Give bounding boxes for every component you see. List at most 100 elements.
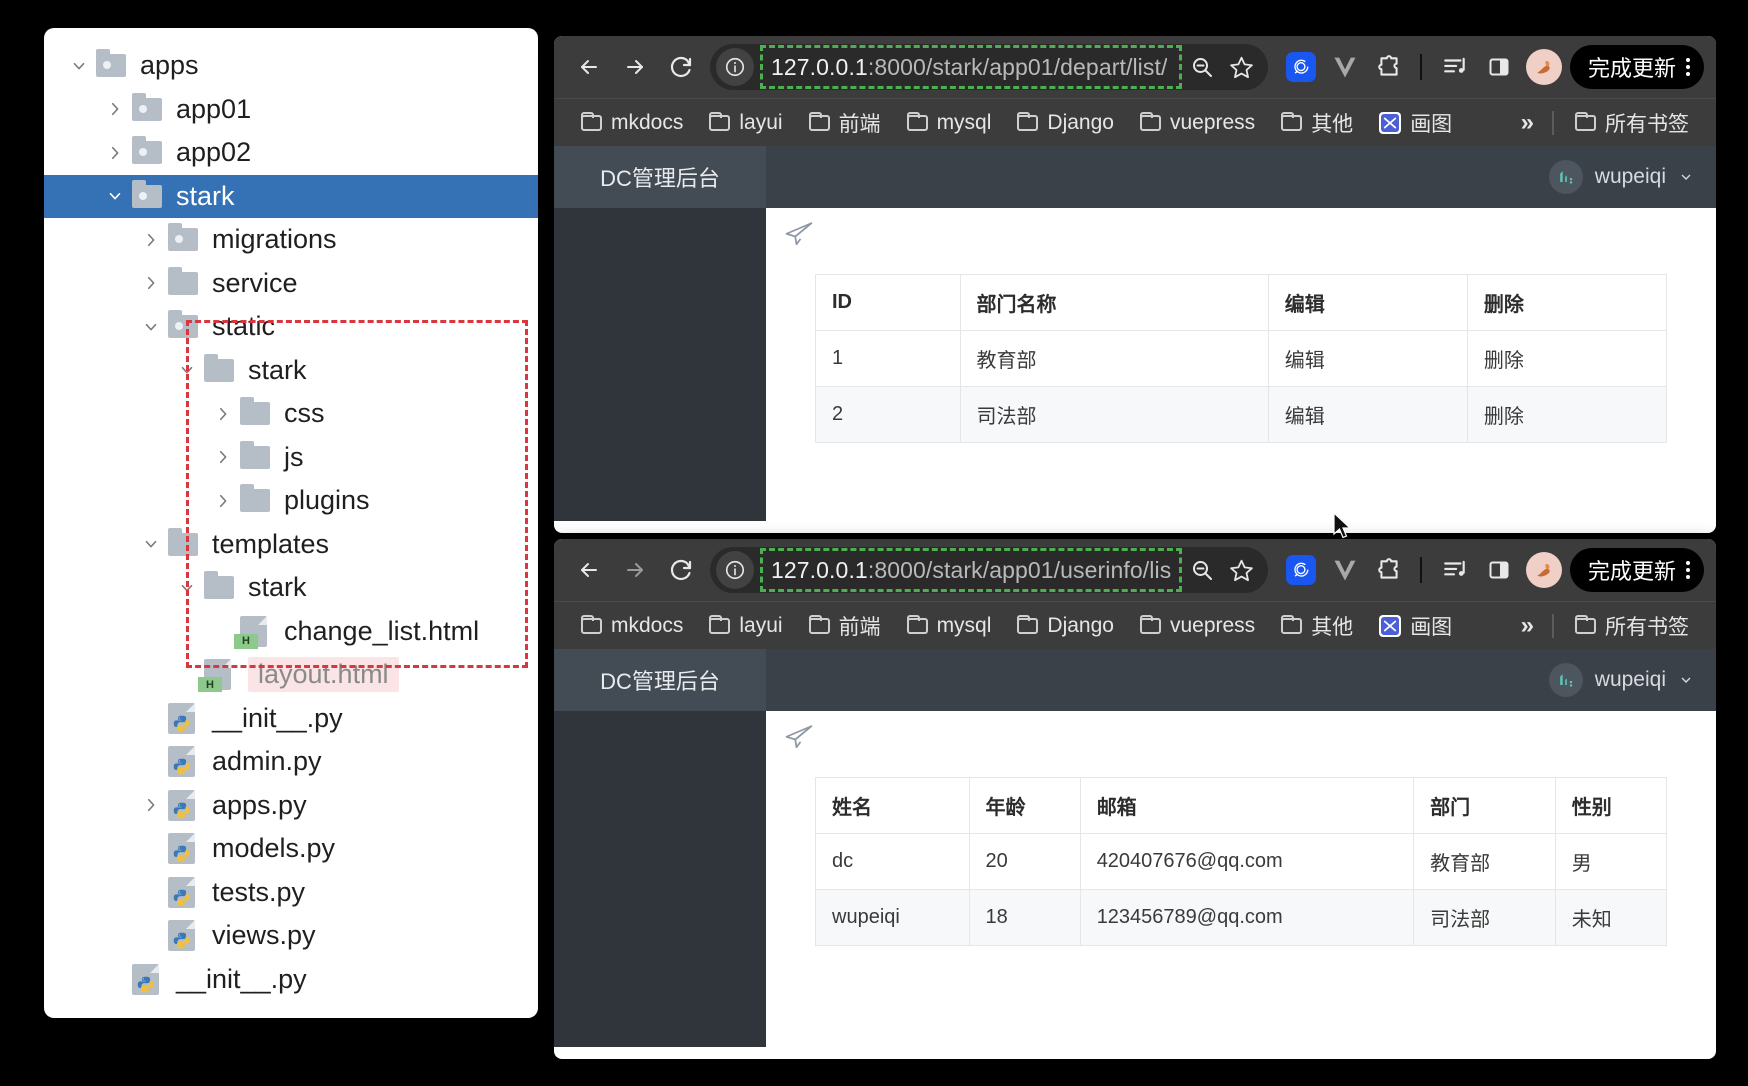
chevron-right-icon[interactable] [206,405,240,423]
all-bookmarks-button[interactable]: 所有书签 [1562,104,1702,142]
chevron-down-icon[interactable] [98,187,132,205]
tree-item-static[interactable]: static [44,305,538,349]
all-bookmarks-button[interactable]: 所有书签 [1562,607,1702,645]
delete-link[interactable]: 删除 [1467,387,1666,443]
chevron-right-icon[interactable] [134,231,168,249]
bookmark-画图[interactable]: 画图 [1366,104,1465,142]
media-playlist-icon[interactable] [1434,46,1476,88]
finish-update-button[interactable]: 完成更新 [1570,548,1704,592]
qq-extension-icon[interactable] [1280,549,1322,591]
bookmark-layui[interactable]: layui [696,107,795,139]
tree-item-models-py[interactable]: models.py [44,827,538,871]
chrome-menu-kebab-icon[interactable] [1686,58,1690,76]
chrome-menu-kebab-icon[interactable] [1686,561,1690,579]
app-sidebar-top[interactable] [554,208,766,521]
chevron-down-icon[interactable] [134,318,168,336]
app-sidebar-bottom[interactable] [554,711,766,1047]
delete-link[interactable]: 删除 [1467,331,1666,387]
profile-avatar[interactable] [1526,49,1562,85]
back-button[interactable] [566,44,612,90]
bookmarks-bar-top[interactable]: mkdocslayui前端mysqlDjangovuepress其他画图 » 所有书… [554,98,1716,146]
site-info-icon[interactable] [716,551,754,589]
app-brand-bottom[interactable]: DC管理后台 [554,649,766,711]
bookmark-前端[interactable]: 前端 [796,607,894,645]
bookmark-mysql[interactable]: mysql [894,107,1005,139]
finish-update-button[interactable]: 完成更新 [1570,45,1704,89]
app-brand-top[interactable]: DC管理后台 [554,146,766,208]
bookmarks-overflow-button[interactable]: » [1511,109,1544,137]
bookmark-mkdocs[interactable]: mkdocs [568,610,696,642]
bookmark-mkdocs[interactable]: mkdocs [568,107,696,139]
tree-item-js[interactable]: js [44,436,538,480]
side-panel-icon[interactable] [1478,46,1520,88]
bookmark-Django[interactable]: Django [1004,107,1127,139]
omnibox-bottom[interactable]: 127.0.0.1:8000/stark/app01/userinfo/list… [710,547,1268,593]
reload-button[interactable] [658,547,704,593]
site-info-icon[interactable] [716,48,754,86]
bookmark-layui[interactable]: layui [696,610,795,642]
media-playlist-icon[interactable] [1434,549,1476,591]
chevron-down-icon[interactable] [170,579,204,597]
reload-button[interactable] [658,44,704,90]
chevron-down-icon[interactable] [170,361,204,379]
extensions-puzzle-icon[interactable] [1368,46,1410,88]
tree-item-stark[interactable]: stark [44,349,538,393]
chevron-right-icon[interactable] [134,796,168,814]
extensions-puzzle-icon[interactable] [1368,549,1410,591]
vimium-extension-icon[interactable] [1324,549,1366,591]
url-text[interactable]: 127.0.0.1:8000/stark/app01/userinfo/list… [771,557,1171,584]
side-panel-icon[interactable] [1478,549,1520,591]
tree-item-stark[interactable]: stark [44,175,538,219]
bookmark-其他[interactable]: 其他 [1268,104,1366,142]
chevron-down-icon[interactable] [134,535,168,553]
profile-avatar[interactable] [1526,552,1562,588]
tree-item-service[interactable]: service [44,262,538,306]
omnibox-top[interactable]: 127.0.0.1:8000/stark/app01/depart/list/ [710,44,1268,90]
bookmarks-overflow-button[interactable]: » [1511,612,1544,640]
tree-item-layout-html[interactable]: Hlayout.html [44,653,538,697]
back-button[interactable] [566,547,612,593]
url-text[interactable]: 127.0.0.1:8000/stark/app01/depart/list/ [771,54,1167,81]
tree-item-tests-py[interactable]: tests.py [44,871,538,915]
tree-item-templates[interactable]: templates [44,523,538,567]
app-user-menu-top[interactable]: wupeiqi [1549,160,1716,194]
bookmark-画图[interactable]: 画图 [1366,607,1465,645]
tree-item-apps-py[interactable]: apps.py [44,784,538,828]
chevron-right-icon[interactable] [98,144,132,162]
bookmark-Django[interactable]: Django [1004,610,1127,642]
tree-item-apps[interactable]: apps [44,44,538,88]
tree-item-stark[interactable]: stark [44,566,538,610]
bookmark-star-icon[interactable] [1222,550,1262,590]
chevron-right-icon[interactable] [98,100,132,118]
forward-button[interactable] [612,547,658,593]
tree-item-app01[interactable]: app01 [44,88,538,132]
chevron-right-icon[interactable] [206,448,240,466]
file-tree[interactable]: appsapp01app02starkmigrationsservicestat… [44,28,538,1001]
chevron-down-icon[interactable] [1678,169,1694,185]
chevron-down-icon[interactable] [1678,672,1694,688]
bookmark-vuepress[interactable]: vuepress [1127,107,1268,139]
bookmark-前端[interactable]: 前端 [796,104,894,142]
tree-item-css[interactable]: css [44,392,538,436]
zoom-out-icon[interactable] [1182,550,1222,590]
vimium-extension-icon[interactable] [1324,46,1366,88]
bookmarks-bar-bottom[interactable]: mkdocslayui前端mysqlDjangovuepress其他画图 » 所有书… [554,601,1716,649]
tree-item-init-py[interactable]: __init__.py [44,958,538,1002]
tree-item-init-py[interactable]: __init__.py [44,697,538,741]
app-user-menu-bottom[interactable]: wupeiqi [1549,663,1716,697]
tree-item-change-list-html[interactable]: Hchange_list.html [44,610,538,654]
tree-item-plugins[interactable]: plugins [44,479,538,523]
edit-link[interactable]: 编辑 [1268,387,1467,443]
edit-link[interactable]: 编辑 [1268,331,1467,387]
tree-item-admin-py[interactable]: admin.py [44,740,538,784]
chevron-right-icon[interactable] [206,492,240,510]
bookmark-其他[interactable]: 其他 [1268,607,1366,645]
bookmark-star-icon[interactable] [1222,47,1262,87]
chevron-right-icon[interactable] [134,274,168,292]
tree-item-app02[interactable]: app02 [44,131,538,175]
chevron-down-icon[interactable] [62,57,96,75]
tree-item-migrations[interactable]: migrations [44,218,538,262]
bookmark-vuepress[interactable]: vuepress [1127,610,1268,642]
qq-extension-icon[interactable] [1280,46,1322,88]
bookmark-mysql[interactable]: mysql [894,610,1005,642]
